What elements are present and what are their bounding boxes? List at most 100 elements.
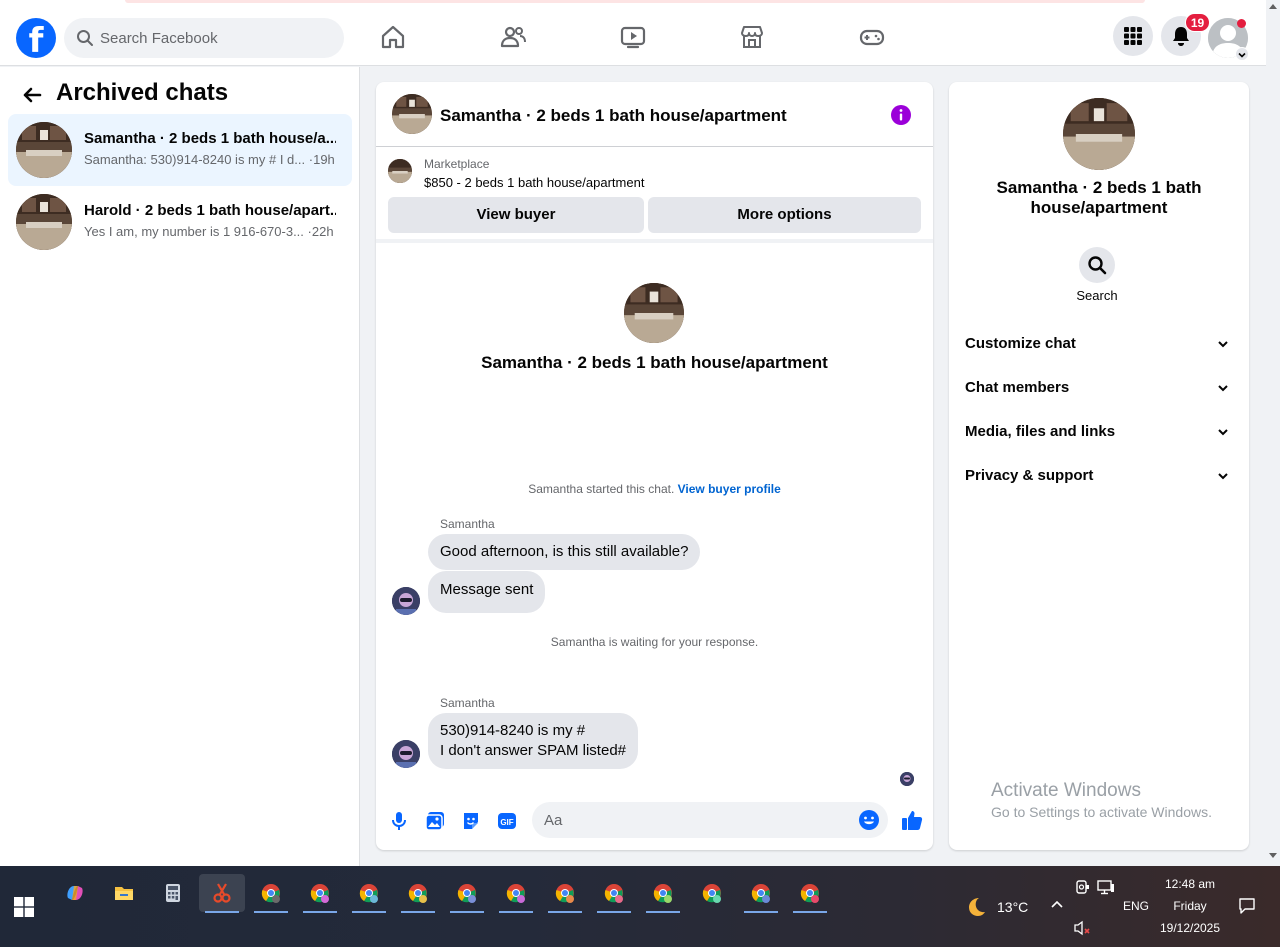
user-photo — [900, 772, 914, 786]
message-bubble[interactable]: 530)914-8240 is my # I don't answer SPAM… — [428, 713, 639, 769]
scroll-down-arrow[interactable] — [1269, 853, 1277, 858]
clock-time[interactable]: 12:48 am — [1158, 877, 1222, 891]
search-box[interactable] — [64, 18, 344, 58]
thumbs-up-icon[interactable] — [900, 808, 924, 832]
taskbar-calculator[interactable] — [150, 874, 196, 912]
info-icon[interactable] — [890, 104, 912, 126]
taskbar-chrome[interactable] — [493, 874, 539, 913]
taskbar-chrome[interactable] — [738, 874, 784, 913]
taskbar-chrome[interactable] — [297, 874, 343, 913]
search-icon — [1088, 256, 1107, 275]
activate-windows-watermark: Activate Windows Go to Settings to activ… — [991, 780, 1212, 820]
open-indicator — [646, 911, 680, 913]
chrome-icon — [310, 884, 329, 903]
sender-name: Samantha — [440, 696, 495, 710]
chat-info-panel: Samantha · 2 beds 1 bath house/apartment… — [949, 82, 1249, 850]
network-icon[interactable] — [1097, 879, 1115, 895]
message-input-box[interactable] — [532, 802, 888, 838]
video-icon[interactable] — [619, 23, 647, 51]
message-bubble[interactable]: Good afternoon, is this still available? — [428, 534, 701, 570]
customize-chat-section[interactable]: Customize chat — [957, 324, 1241, 364]
camera-indicator-icon[interactable] — [1074, 880, 1090, 894]
taskbar-chrome[interactable] — [346, 874, 392, 913]
view-buyer-profile-link[interactable]: View buyer profile — [678, 482, 781, 496]
chrome-icon — [457, 884, 476, 903]
snipping-tool-icon — [213, 883, 231, 903]
sender-avatar[interactable] — [392, 587, 420, 615]
conversation-avatar — [624, 283, 684, 343]
menu-button[interactable] — [1113, 16, 1153, 56]
copilot-icon — [67, 886, 83, 900]
grid-menu-icon — [1124, 27, 1142, 45]
open-indicator — [401, 911, 435, 913]
marketplace-icon[interactable] — [738, 23, 766, 51]
facebook-logo[interactable]: f — [16, 18, 56, 58]
listing-avatar — [16, 122, 72, 178]
media-files-links-section[interactable]: Media, files and links — [957, 412, 1241, 452]
info-panel-title: Samantha · 2 beds 1 bath house/apartment — [996, 178, 1202, 217]
conversation-intro-title: Samantha · 2 beds 1 bath house/apartment — [481, 353, 828, 372]
chrome-icon — [506, 884, 525, 903]
chat-item-samantha[interactable]: Samantha · 2 beds 1 bath house/a... Sama… — [8, 114, 352, 186]
open-indicator — [548, 911, 582, 913]
gaming-icon[interactable] — [858, 23, 886, 51]
chevron-down-icon — [1218, 429, 1228, 436]
marketplace-label: Marketplace — [424, 157, 490, 171]
more-options-button[interactable]: More options — [648, 197, 921, 233]
privacy-support-section[interactable]: Privacy & support — [957, 456, 1241, 496]
chat-snippet: Samantha: 530)914-8240 is my # I d... ·1… — [84, 152, 335, 167]
chat-item-harold[interactable]: Harold · 2 beds 1 bath house/apart... Ye… — [8, 186, 352, 258]
emoji-icon[interactable] — [858, 809, 880, 831]
back-arrow-icon[interactable] — [18, 81, 46, 109]
header-avatar[interactable] — [392, 94, 432, 134]
chrome-icon — [604, 884, 623, 903]
language-indicator[interactable]: ENG — [1123, 899, 1149, 913]
volume-muted-icon[interactable] — [1073, 920, 1091, 936]
taskbar-chrome[interactable] — [689, 874, 735, 912]
windows-start-icon[interactable] — [14, 897, 34, 917]
home-icon[interactable] — [379, 23, 407, 51]
taskbar-chrome[interactable] — [591, 874, 637, 913]
sticker-icon[interactable] — [460, 810, 482, 832]
taskbar-chrome[interactable] — [444, 874, 490, 913]
clock-day[interactable]: Friday — [1158, 899, 1222, 913]
sender-avatar[interactable] — [392, 740, 420, 768]
open-indicator — [793, 911, 827, 913]
waiting-notice: Samantha is waiting for your response. — [550, 635, 759, 649]
conversation-title[interactable]: Samantha · 2 beds 1 bath house/apartment — [440, 106, 787, 126]
taskbar-chrome[interactable] — [248, 874, 294, 913]
view-buyer-button[interactable]: View buyer — [388, 197, 644, 233]
search-input[interactable] — [100, 18, 330, 58]
kitchen-photo — [392, 94, 432, 134]
taskbar-chrome[interactable] — [640, 874, 686, 913]
chrome-icon — [751, 884, 770, 903]
microphone-icon[interactable] — [388, 810, 410, 832]
chat-time: ·22h — [307, 224, 334, 239]
taskbar-chrome[interactable] — [542, 874, 588, 913]
taskbar-snipping-tool[interactable] — [199, 874, 245, 913]
taskbar-file-explorer[interactable] — [101, 874, 147, 912]
page-scrollbar[interactable] — [1266, 0, 1280, 866]
conversation-header: Samantha · 2 beds 1 bath house/apartment — [376, 82, 933, 147]
chevron-down-icon — [1218, 341, 1228, 348]
account-chevron[interactable] — [1235, 47, 1249, 61]
friends-icon[interactable] — [499, 23, 527, 51]
photo-icon[interactable] — [424, 810, 446, 832]
taskbar-copilot[interactable] — [52, 874, 98, 912]
weather-temperature[interactable]: 13°C — [997, 899, 1028, 915]
taskbar-chrome[interactable] — [395, 874, 441, 913]
notifications-center-icon[interactable] — [1238, 897, 1256, 915]
scroll-up-arrow[interactable] — [1269, 4, 1277, 9]
moon-weather-icon[interactable] — [964, 895, 988, 919]
listing-title[interactable]: $850 - 2 beds 1 bath house/apartment — [424, 175, 644, 190]
search-icon — [77, 30, 93, 46]
chevron-up-icon[interactable] — [1050, 899, 1064, 909]
notification-badge: 19 — [1185, 13, 1210, 32]
chat-members-section[interactable]: Chat members — [957, 368, 1241, 408]
clock-date[interactable]: 19/12/2025 — [1154, 921, 1226, 935]
message-bubble[interactable]: Message sent — [428, 571, 546, 613]
conversation-search-button[interactable] — [1079, 247, 1115, 283]
gif-icon[interactable]: GIF — [496, 810, 518, 832]
message-input[interactable] — [544, 802, 844, 838]
taskbar-chrome[interactable] — [787, 874, 833, 913]
